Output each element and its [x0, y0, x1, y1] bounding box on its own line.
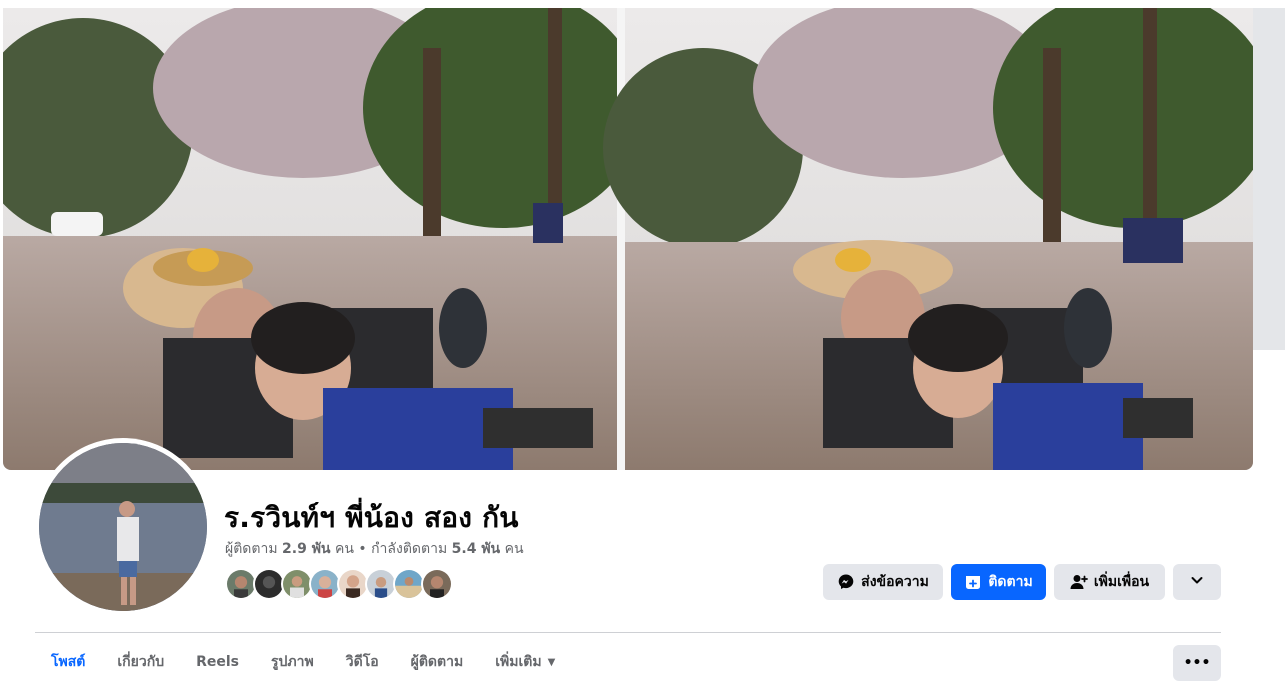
tab-label: เพิ่มเติม — [495, 654, 542, 670]
avatar-image — [39, 443, 207, 611]
tab-reels[interactable]: Reels — [180, 640, 255, 681]
profile-tabs: โพสต์ เกี่ยวกับ Reels รูปภาพ วิดีโอ ผู้ต… — [35, 640, 571, 681]
profile-page: ร.รวินท์ฯ พี่น้อง สอง กัน ผู้ติดตาม 2.9 … — [0, 0, 1285, 681]
page-edge — [1253, 8, 1285, 350]
tab-more[interactable]: เพิ่มเติม ▼ — [479, 640, 571, 681]
stats-separator: • — [358, 541, 367, 557]
tab-label: วิดีโอ — [345, 654, 379, 670]
cover-photo[interactable] — [3, 8, 1253, 470]
add-friend-button[interactable]: เพิ่มเพื่อน — [1054, 564, 1165, 600]
following-link[interactable]: กำลังติดตาม 5.4 พัน คน — [371, 541, 523, 557]
tabs-overflow-button[interactable]: ••• — [1173, 645, 1221, 681]
tab-label: รูปภาพ — [271, 654, 314, 670]
cover-photo-image — [3, 8, 1253, 470]
profile-name: ร.รวินท์ฯ พี่น้อง สอง กัน — [224, 501, 519, 534]
followers-label: ผู้ติดตาม — [225, 541, 278, 557]
add-friend-icon — [1070, 573, 1088, 591]
following-label: กำลังติดตาม — [371, 541, 448, 557]
follow-button[interactable]: ติดตาม — [951, 564, 1046, 600]
more-dots-icon: ••• — [1183, 655, 1211, 671]
caret-down-icon: ▼ — [547, 656, 556, 668]
following-count: 5.4 พัน — [451, 541, 501, 557]
follow-button-label: ติดตาม — [988, 574, 1033, 590]
tab-videos[interactable]: วิดีโอ — [330, 640, 395, 681]
message-button[interactable]: ส่งข้อความ — [823, 564, 943, 600]
chevron-down-icon — [1189, 572, 1205, 592]
tab-photos[interactable]: รูปภาพ — [255, 640, 330, 681]
profile-stats: ผู้ติดตาม 2.9 พัน คน • กำลังติดตาม 5.4 พ… — [225, 538, 524, 560]
tab-followers[interactable]: ผู้ติดตาม — [395, 640, 480, 681]
follow-icon — [964, 573, 982, 591]
following-unit: คน — [504, 541, 524, 557]
followers-unit: คน — [334, 541, 354, 557]
add-friend-button-label: เพิ่มเพื่อน — [1093, 574, 1150, 590]
friend-avatars — [225, 568, 453, 600]
tab-about[interactable]: เกี่ยวกับ — [101, 640, 180, 681]
tab-label: Reels — [196, 654, 239, 670]
friend-avatar[interactable] — [421, 568, 453, 600]
tab-label: ผู้ติดตาม — [410, 654, 464, 670]
profile-divider — [35, 632, 1221, 633]
tab-label: เกี่ยวกับ — [117, 654, 165, 670]
message-button-label: ส่งข้อความ — [861, 574, 929, 590]
profile-more-button[interactable] — [1173, 564, 1221, 600]
tab-posts[interactable]: โพสต์ — [35, 640, 101, 681]
tab-label: โพสต์ — [51, 654, 86, 670]
followers-link[interactable]: ผู้ติดตาม 2.9 พัน คน — [225, 541, 354, 557]
followers-count: 2.9 พัน — [282, 541, 331, 557]
profile-avatar[interactable] — [34, 438, 212, 616]
messenger-icon — [837, 573, 855, 591]
